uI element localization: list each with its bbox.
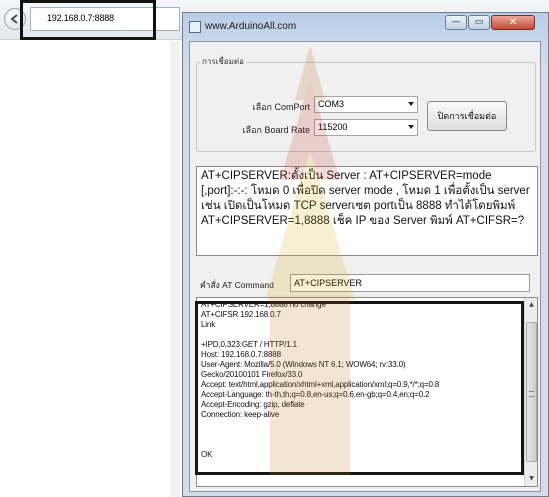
chevron-down-icon <box>408 102 414 106</box>
client-area: การเชื่อมต่อ เลือก ComPort COM3 เลือก Bo… <box>189 41 541 492</box>
log-line: Accept: text/html,application/xhtml+xml,… <box>201 380 440 389</box>
log-line: Connection: keep-alive <box>201 410 280 419</box>
log-line: Accept-Encoding: gzip, deflate <box>201 400 305 409</box>
log-line: AT+CIFSR 192.168.0.7 <box>201 310 281 319</box>
app-icon <box>189 21 201 33</box>
grip-icon <box>529 391 534 397</box>
address-highlight-box <box>20 0 156 40</box>
disconnect-button[interactable]: ปิดการเชื่อมต่อ <box>427 101 507 131</box>
window-title: www.ArduinoAll.com <box>205 21 297 32</box>
log-lines: AT+CIPSERVER=1,8888 no change AT+CIFSR 19… <box>201 300 523 460</box>
comport-label: เลือก ComPort <box>252 102 310 112</box>
comport-select[interactable]: COM3 <box>314 96 418 113</box>
log-line: AT+CIPSERVER=1,8888 no change <box>201 300 326 309</box>
at-command-label: คำสั่ง AT Command <box>200 280 274 290</box>
close-button[interactable]: ✕ <box>491 15 535 30</box>
title-bar[interactable]: www.ArduinoAll.com — ▭ ✕ <box>183 13 548 41</box>
browser-page <box>0 41 180 497</box>
serial-log[interactable]: AT+CIPSERVER=1,8888 no change AT+CIFSR 19… <box>196 297 538 487</box>
baud-rate-value: 115200 <box>318 122 348 132</box>
chevron-down-icon <box>408 125 414 129</box>
app-window: www.ArduinoAll.com — ▭ ✕ การเชื่อมต่อ เล… <box>182 12 549 497</box>
scroll-down-icon[interactable]: ▼ <box>526 473 537 485</box>
log-line: Gecko/20100101 Firefox/33.0 <box>201 370 303 379</box>
log-line: Link <box>201 320 216 329</box>
at-command-input[interactable]: AT+CIPSERVER <box>290 274 530 292</box>
connection-group-title: การเชื่อมต่อ <box>200 55 246 68</box>
baud-rate-select[interactable]: 115200 <box>314 119 418 136</box>
log-line: Accept-Language: th-th,th;q=0.8,en-us;q=… <box>201 390 430 399</box>
comport-value: COM3 <box>318 99 345 109</box>
scroll-up-icon[interactable]: ▲ <box>526 299 537 311</box>
log-line: Host: 192.168.0.7:8888 <box>201 350 281 359</box>
page-scroll-edge <box>170 41 180 497</box>
baud-rate-label: เลือก Board Rate <box>242 125 310 135</box>
maximize-button[interactable]: ▭ <box>468 15 490 30</box>
log-line: User-Agent: Mozilla/5.0 (Windows NT 6.1;… <box>201 360 406 369</box>
scroll-thumb[interactable] <box>526 322 537 462</box>
log-line: +IPD,0,323:GET / HTTP/1.1 <box>201 340 297 349</box>
log-scrollbar[interactable]: ▲ ▼ <box>524 298 537 486</box>
info-textbox[interactable]: AT+CIPSERVER:ตั้งเป็น Server : AT+CIPSER… <box>196 166 538 256</box>
log-line: OK <box>201 450 213 459</box>
minimize-button[interactable]: — <box>445 15 467 30</box>
